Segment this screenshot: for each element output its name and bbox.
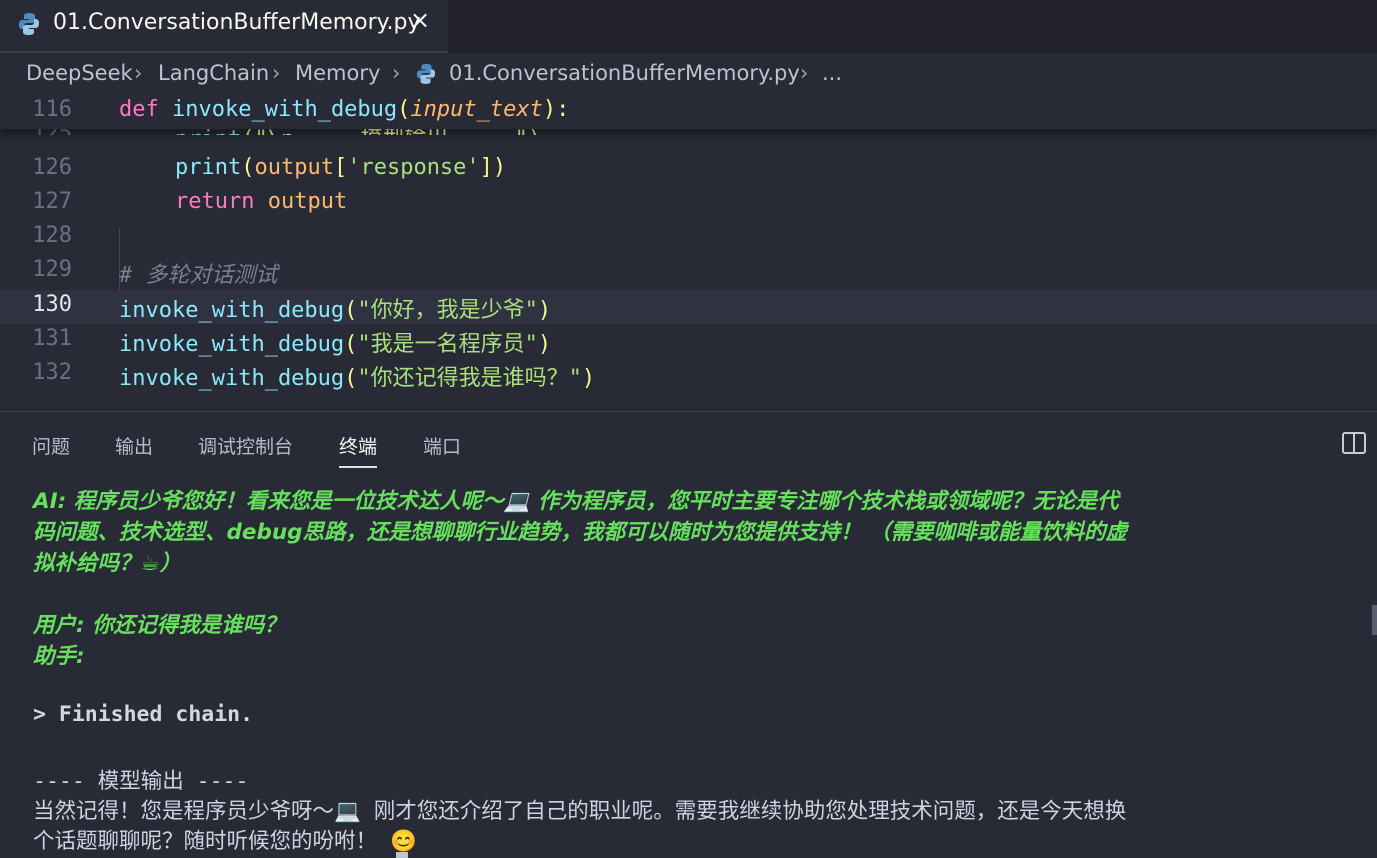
comment: # 多轮对话测试 [119, 263, 278, 288]
code-line-126[interactable]: 126 print(output['response']) [0, 153, 1377, 187]
chevron-right-icon: › [800, 61, 809, 85]
line-number: 132 [32, 360, 72, 385]
function-name: invoke_with_debug [172, 97, 398, 122]
tab-ports[interactable]: 端口 [423, 432, 461, 459]
paren: ( [344, 332, 358, 357]
paren: ) [581, 366, 596, 391]
paren: ( [241, 155, 255, 180]
breadcrumb-item-langchain[interactable]: LangChain [158, 61, 269, 85]
terminal-line: 拟补给吗？☕） [33, 551, 182, 576]
paren: ( [397, 97, 411, 122]
terminal-output[interactable]: AI: 程序员少爷您好！看来您是一位技术达人呢～💻 作为程序员，您平时主要专注哪… [0, 472, 1377, 858]
line-number: 128 [32, 223, 72, 248]
chevron-right-icon: › [272, 61, 281, 85]
function-name: invoke_with_debug [119, 332, 345, 357]
split-panel-icon[interactable] [1342, 432, 1366, 454]
terminal-scrollbar[interactable] [1372, 605, 1377, 635]
bracket: ] [479, 155, 493, 180]
terminal-line: 助手: [33, 644, 85, 669]
paren: ) [492, 155, 507, 180]
breadcrumb: DeepSeek › LangChain › Memory › 01.Conve… [0, 55, 1377, 95]
chevron-right-icon: › [134, 61, 143, 85]
chevron-right-icon: › [392, 61, 401, 85]
tab-output[interactable]: 输出 [115, 432, 153, 459]
bracket: [ [333, 155, 348, 180]
keyword: return [175, 189, 255, 214]
function-name: invoke_with_debug [119, 366, 345, 391]
variable: output [267, 189, 348, 214]
code-line-128[interactable]: 128 [0, 221, 1377, 255]
python-file-icon [19, 13, 39, 35]
line-number: 129 [32, 257, 72, 282]
code-line-129[interactable]: 129 # 多轮对话测试 [0, 255, 1377, 289]
terminal-line: 个话题聊聊呢？随时听候您的吩咐！ 😊 [33, 829, 417, 854]
line-number: 131 [32, 326, 72, 351]
terminal-cursor [396, 852, 408, 858]
terminal-line: > Finished chain. [33, 702, 254, 727]
line-number: 126 [32, 155, 72, 180]
function-name: invoke_with_debug [119, 298, 345, 323]
terminal-line: 码问题、技术选型、debug思路，还是想聊聊行业趋势，我都可以随时为您提供支持！… [33, 520, 1128, 545]
string: 'response' [347, 155, 480, 180]
code-text: invoke_with_debug("我是一名程序员") [119, 326, 551, 358]
breadcrumb-item-more[interactable]: ... [822, 61, 842, 85]
string: "我是一名程序员" [357, 332, 538, 357]
paren: ) [537, 298, 552, 323]
terminal-line: 用户: 你还记得我是谁吗？ [33, 613, 286, 638]
paren: ( [344, 366, 358, 391]
paren: ): [542, 97, 570, 122]
breadcrumb-item-deepseek[interactable]: DeepSeek [26, 61, 133, 85]
file-tab[interactable]: 01.ConversationBufferMemory.py × [0, 0, 448, 53]
variable: output [254, 155, 334, 180]
line-number: 116 [32, 97, 72, 122]
terminal-line: ---- 模型输出 ---- [33, 769, 249, 794]
terminal-line: 当然记得！您是程序员少爷呀～💻 刚才您还介绍了自己的职业呢。需要我继续协助您处理… [33, 799, 1127, 824]
code-text: invoke_with_debug("你好，我是少爷") [119, 292, 551, 324]
sticky-scroll-line[interactable]: 116 def invoke_with_debug(input_text): [0, 95, 1377, 129]
keyword: def [119, 97, 159, 122]
editor-tab-bar: 01.ConversationBufferMemory.py × [0, 0, 1377, 53]
code-line-127[interactable]: 127 return output [0, 187, 1377, 221]
code-editor[interactable]: 116 def invoke_with_debug(input_text): 1… [0, 95, 1377, 410]
string: "你还记得我是谁吗？" [357, 366, 582, 391]
breadcrumb-item-memory[interactable]: Memory [295, 61, 380, 85]
paren: ( [344, 298, 358, 323]
code-text: return output [175, 189, 347, 214]
line-number: 130 [32, 292, 72, 317]
code-text: invoke_with_debug("你还记得我是谁吗？") [119, 360, 595, 392]
line-number: 127 [32, 189, 72, 214]
code-line-131[interactable]: 131 invoke_with_debug("我是一名程序员") [0, 324, 1377, 358]
function-name: print [175, 155, 242, 180]
code-text: def invoke_with_debug(input_text): [119, 97, 569, 122]
code-text: print(output['response']) [175, 155, 506, 180]
breadcrumb-item-file[interactable]: 01.ConversationBufferMemory.py [449, 61, 800, 85]
code-line-132[interactable]: 132 invoke_with_debug("你还记得我是谁吗？") [0, 358, 1377, 392]
code-line-130[interactable]: 130 invoke_with_debug("你好，我是少爷") [0, 290, 1377, 324]
tab-title: 01.ConversationBufferMemory.py [53, 10, 421, 35]
paren: ) [537, 332, 552, 357]
terminal-line: AI: 程序员少爷您好！看来您是一位技术达人呢～💻 作为程序员，您平时主要专注哪… [33, 489, 1119, 514]
tab-problems[interactable]: 问题 [32, 432, 70, 459]
string: "你好，我是少爷" [357, 298, 538, 323]
parameter: input_text [410, 97, 543, 122]
tab-debug-console[interactable]: 调试控制台 [198, 432, 293, 459]
python-file-icon [416, 64, 436, 84]
close-icon[interactable]: × [410, 6, 430, 34]
tab-terminal[interactable]: 终端 [339, 432, 378, 468]
panel-tab-bar: 问题 输出 调试控制台 终端 端口 [0, 412, 1377, 472]
